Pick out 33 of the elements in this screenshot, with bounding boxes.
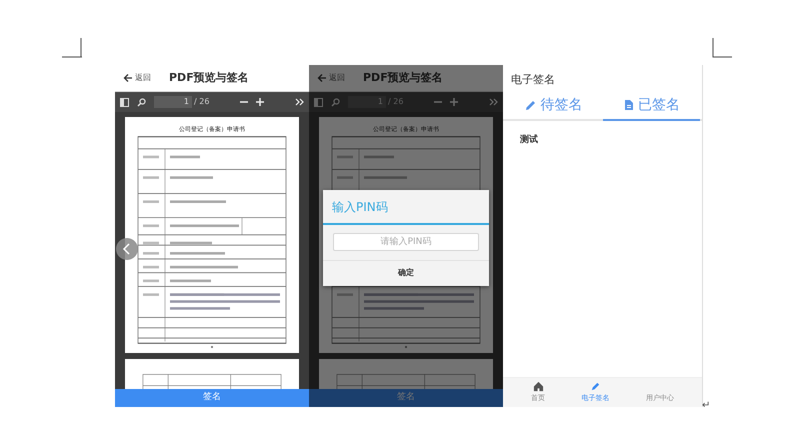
sign-button[interactable]: 签名: [115, 389, 309, 407]
confirm-button[interactable]: 确定: [323, 260, 489, 286]
crop-mark: [712, 38, 732, 58]
sign-button[interactable]: 签名: [309, 389, 503, 407]
pin-field[interactable]: 请输入PIN码: [333, 233, 479, 251]
pen-icon: [590, 381, 601, 392]
page-number-mark: [404, 345, 408, 349]
back-arrow-icon: [317, 73, 327, 83]
search-icon[interactable]: [331, 98, 340, 106]
search-icon[interactable]: [137, 98, 146, 106]
page-title: PDF预览与签名: [363, 70, 443, 86]
tab[interactable]: 待签名: [505, 92, 602, 120]
previous-page-button[interactable]: [116, 238, 138, 260]
home-icon: [532, 381, 544, 392]
file-icon: [622, 99, 635, 111]
back-button[interactable]: 返回: [317, 72, 345, 84]
back-button[interactable]: 返回: [123, 72, 151, 84]
sidebar-toggle-icon[interactable]: [120, 98, 129, 106]
page-number-field[interactable]: 1: [154, 96, 192, 108]
tab[interactable]: 已签名: [602, 92, 700, 120]
back-arrow-icon: [123, 73, 133, 83]
page-number-mark: [210, 345, 214, 349]
list-item[interactable]: 测试: [503, 120, 702, 160]
page-count: / 26: [194, 96, 210, 108]
paragraph-mark: ↵: [702, 399, 710, 413]
zoom-in-icon[interactable]: [256, 98, 264, 106]
sidebar-toggle-icon[interactable]: [314, 98, 323, 106]
page-title: PDF预览与签名: [169, 70, 249, 86]
dialog-title: 输入PIN码: [323, 190, 489, 225]
crop-mark: [62, 38, 82, 58]
pencil-icon: [525, 99, 538, 111]
page-title: 电子签名: [510, 72, 556, 88]
double-chevron-icon[interactable]: [295, 98, 304, 106]
